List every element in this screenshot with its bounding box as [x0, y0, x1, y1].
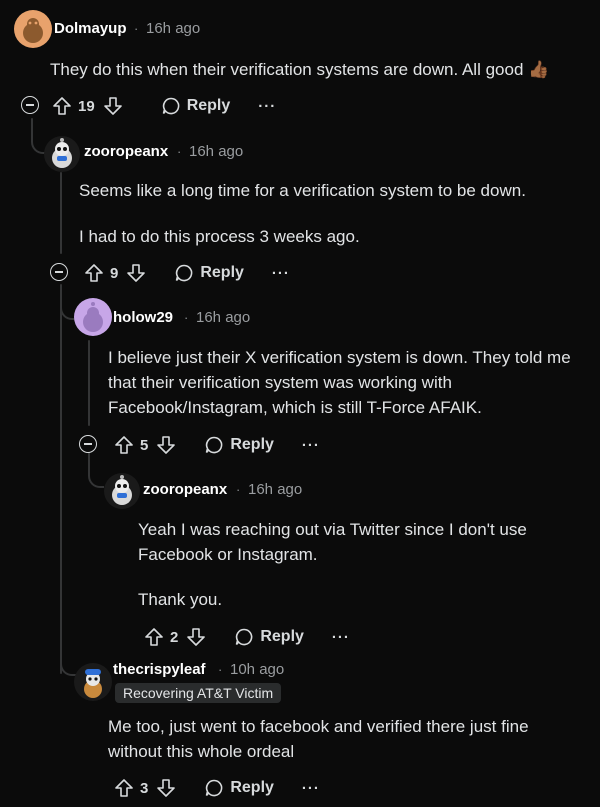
- thread-elbow-5: [60, 658, 76, 676]
- comment-author[interactable]: Dolmayup: [54, 20, 127, 37]
- more-options-button[interactable]: ···: [302, 437, 320, 454]
- speech-bubble-icon: [236, 628, 253, 646]
- snoo-avatar-icon: [52, 138, 72, 168]
- comment-body: They do this when their verification sys…: [50, 57, 595, 82]
- avatar[interactable]: [14, 10, 52, 48]
- vote-control: 2: [144, 627, 206, 647]
- snoo-avatar-icon: [23, 18, 43, 43]
- collapse-thread-button[interactable]: [79, 435, 97, 453]
- speech-bubble-icon: [206, 779, 223, 797]
- comment-actions: 5 Reply ···: [114, 433, 320, 457]
- comment-timestamp[interactable]: 16h ago: [189, 143, 243, 160]
- vote-control: 19: [52, 96, 123, 116]
- downvote-icon[interactable]: [126, 263, 146, 283]
- more-options-button[interactable]: ···: [272, 265, 290, 282]
- more-options-button[interactable]: ···: [332, 629, 350, 646]
- upvote-icon[interactable]: [84, 263, 104, 283]
- reply-label: Reply: [230, 436, 274, 453]
- reply-button[interactable]: Reply: [161, 96, 231, 116]
- comment-timestamp[interactable]: 10h ago: [230, 661, 284, 678]
- comment-paragraph: Me too, just went to facebook and verifi…: [108, 717, 529, 761]
- downvote-icon[interactable]: [186, 627, 206, 647]
- vote-score: 19: [78, 97, 95, 115]
- upvote-icon[interactable]: [114, 778, 134, 798]
- vote-score: 5: [140, 436, 149, 454]
- reply-button[interactable]: Reply: [204, 778, 274, 798]
- comment-author[interactable]: zooropeanx: [84, 143, 168, 160]
- thread-line-4: [88, 452, 90, 472]
- vote-score: 2: [170, 628, 179, 646]
- comment-actions: 9 Reply ···: [84, 261, 290, 285]
- speech-bubble-icon: [176, 264, 193, 282]
- comment-body: Me too, just went to facebook and verifi…: [108, 714, 578, 764]
- comment-timestamp[interactable]: 16h ago: [196, 309, 250, 326]
- vote-score: 9: [110, 264, 119, 282]
- reply-label: Reply: [230, 779, 274, 796]
- meta-separator: ·: [134, 21, 139, 36]
- comment-paragraph: Thank you.: [138, 590, 223, 609]
- meta-separator: ·: [218, 662, 223, 677]
- upvote-icon[interactable]: [114, 435, 134, 455]
- comment-actions: 19 Reply ···: [52, 94, 276, 118]
- comment-body: Seems like a long time for a verificatio…: [79, 178, 589, 249]
- reply-label: Reply: [200, 264, 244, 281]
- comment-body: Yeah I was reaching out via Twitter sinc…: [138, 517, 578, 612]
- comment-timestamp[interactable]: 16h ago: [146, 20, 200, 37]
- comment-paragraph: Yeah I was reaching out via Twitter sinc…: [138, 520, 527, 564]
- upvote-icon[interactable]: [52, 96, 72, 116]
- meta-separator: ·: [177, 144, 182, 159]
- collapse-thread-button[interactable]: [21, 96, 39, 114]
- vote-control: 5: [114, 435, 176, 455]
- comment-actions: 3 Reply ···: [114, 776, 320, 800]
- comment-paragraph: Seems like a long time for a verificatio…: [79, 181, 526, 200]
- thread-line-2: [60, 172, 62, 254]
- reply-label: Reply: [186, 97, 231, 114]
- vote-control: 3: [114, 778, 176, 798]
- downvote-icon[interactable]: [156, 435, 176, 455]
- speech-bubble-icon: [206, 436, 223, 454]
- thread-line-1: [31, 118, 33, 138]
- comment-timestamp[interactable]: 16h ago: [248, 481, 302, 498]
- comment-author[interactable]: holow29: [113, 309, 173, 326]
- thread-line-5: [88, 340, 90, 426]
- comment-body: I believe just their X verification syst…: [108, 345, 588, 420]
- avatar[interactable]: [44, 136, 80, 172]
- reply-label: Reply: [260, 628, 304, 645]
- thread-elbow-3: [88, 470, 104, 488]
- snoo-avatar-icon: [83, 302, 103, 332]
- comment-author[interactable]: zooropeanx: [143, 481, 227, 498]
- user-flair: Recovering AT&T Victim: [115, 683, 282, 703]
- vote-control: 9: [84, 263, 146, 283]
- more-options-button[interactable]: ···: [302, 780, 320, 797]
- meta-separator: ·: [236, 482, 241, 497]
- meta-separator: ·: [184, 310, 189, 325]
- upvote-icon[interactable]: [144, 627, 164, 647]
- avatar[interactable]: [74, 663, 112, 701]
- comment-paragraph: I believe just their X verification syst…: [108, 348, 571, 417]
- comment-author[interactable]: thecrispyleaf: [113, 661, 206, 678]
- speech-bubble-icon: [162, 97, 180, 115]
- comment-paragraph: They do this when their verification sys…: [50, 60, 550, 79]
- comment-actions: 2 Reply ···: [144, 625, 350, 649]
- downvote-icon[interactable]: [156, 778, 176, 798]
- reply-button[interactable]: Reply: [234, 627, 304, 647]
- reply-button[interactable]: Reply: [204, 435, 274, 455]
- downvote-icon[interactable]: [103, 96, 123, 116]
- more-options-button[interactable]: ···: [258, 98, 276, 115]
- snoo-avatar-icon: [112, 475, 132, 505]
- collapse-thread-button[interactable]: [50, 263, 68, 281]
- comment-paragraph: I had to do this process 3 weeks ago.: [79, 227, 360, 246]
- vote-score: 3: [140, 779, 149, 797]
- thread-line-3: [60, 284, 62, 674]
- avatar[interactable]: [104, 473, 140, 509]
- snoo-avatar-icon: [84, 669, 102, 698]
- avatar[interactable]: [74, 298, 112, 336]
- reply-button[interactable]: Reply: [174, 263, 244, 283]
